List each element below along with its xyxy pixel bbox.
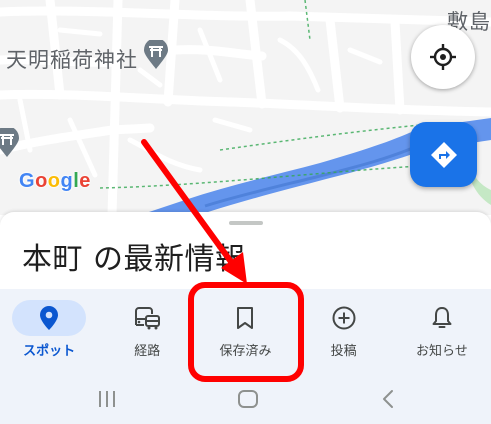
nav-tab-label: お知らせ: [415, 344, 468, 359]
add-circle-icon: [332, 306, 356, 330]
bookmark-icon: [237, 307, 254, 329]
nav-tab-contribute[interactable]: 投稿: [295, 289, 393, 374]
nav-tab-spot[interactable]: スポット: [0, 289, 98, 374]
back-button[interactable]: [373, 386, 403, 412]
nav-tab-label: スポット: [23, 344, 76, 359]
nav-active-pill: [12, 300, 87, 336]
nav-tab-label: 保存済み: [219, 344, 272, 359]
google-logo-letter: o: [35, 170, 48, 192]
commute-icon: [135, 307, 161, 330]
google-logo: Google: [19, 170, 91, 193]
google-logo-letter: G: [19, 170, 36, 192]
nav-tab-label: 投稿: [330, 344, 357, 359]
directions-icon: [430, 141, 457, 168]
sheet-drag-handle[interactable]: [229, 221, 263, 225]
back-icon: [383, 390, 393, 408]
my-location-button[interactable]: [411, 25, 475, 89]
nav-tab-directions[interactable]: 経路: [98, 289, 196, 374]
nav-tab-saved[interactable]: 保存済み: [196, 289, 294, 374]
google-logo-letter: g: [60, 170, 74, 192]
home-button[interactable]: [233, 386, 263, 412]
recents-icon: [99, 391, 115, 407]
shrine-poi-icon[interactable]: [0, 128, 20, 158]
bottom-navigation-bar: スポット 経路 保存済み 投稿 お知らせ: [0, 289, 491, 374]
nav-tab-updates[interactable]: お知らせ: [393, 289, 491, 374]
system-navigation-bar: [0, 374, 491, 424]
shrine-poi-icon[interactable]: [143, 40, 169, 70]
directions-button[interactable]: [410, 122, 477, 187]
shrine-map-label[interactable]: 天明稲荷神社: [6, 44, 138, 74]
recents-button[interactable]: [92, 386, 122, 412]
nav-tab-label: 経路: [134, 344, 161, 359]
map-view[interactable]: 天明稲荷神社 敷島 Google: [0, 0, 491, 215]
google-logo-letter: e: [79, 170, 91, 192]
home-icon: [238, 390, 258, 408]
sheet-title: 本町 の最新情報: [22, 242, 246, 277]
place-pin-icon: [40, 306, 59, 330]
crosshair-icon: [430, 44, 456, 70]
google-logo-letter: o: [47, 170, 61, 192]
bottom-sheet[interactable]: 本町 の最新情報: [0, 212, 491, 292]
bell-icon: [432, 307, 452, 328]
